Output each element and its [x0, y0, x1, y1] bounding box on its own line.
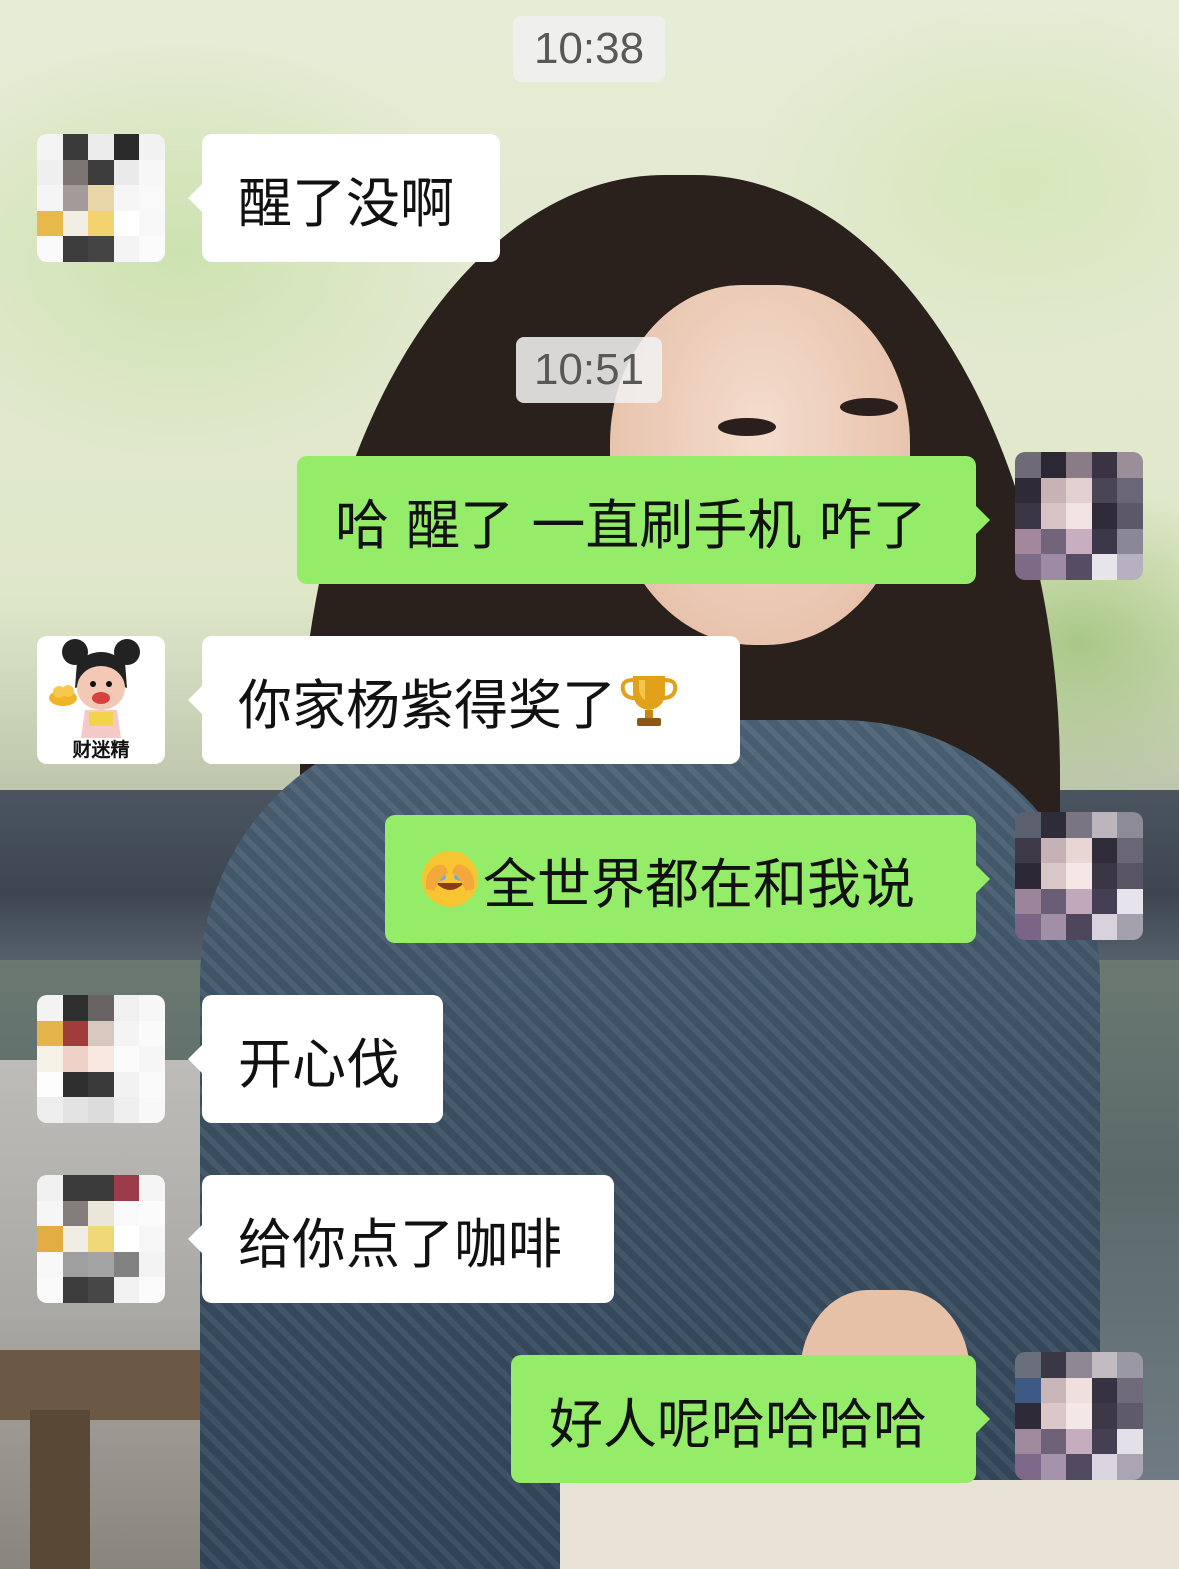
cartoon-girl-icon — [49, 639, 140, 738]
message-text: 哈 醒了 一直刷手机 咋了 — [335, 493, 927, 557]
contact-avatar[interactable] — [37, 995, 165, 1123]
message-text: 开心伐 — [238, 1032, 400, 1096]
my-avatar[interactable] — [1015, 812, 1143, 940]
message-text: 你家杨紫得奖了 — [238, 673, 616, 737]
message-bubble-incoming[interactable]: 开心伐 — [188, 995, 443, 1123]
message-bubble-outgoing[interactable]: 哈 醒了 一直刷手机 咋了 — [297, 456, 990, 584]
contact-avatar[interactable] — [37, 134, 165, 262]
face-palm-crying-icon — [417, 846, 483, 912]
contact-avatar[interactable]: 财迷精 — [37, 636, 165, 764]
message-bubble-outgoing[interactable]: 好人呢哈哈哈哈 — [511, 1355, 990, 1483]
contact-avatar[interactable] — [37, 1175, 165, 1303]
message-bubble-incoming[interactable]: 醒了没啊 — [188, 134, 500, 262]
trophy-icon — [616, 667, 682, 733]
chat-wallpaper-photo — [0, 0, 1179, 1569]
timestamp: 10:51 — [516, 337, 662, 403]
avatar-label: 财迷精 — [72, 739, 130, 761]
message-text: 全世界都在和我说 — [483, 852, 915, 916]
message-text: 醒了没啊 — [238, 171, 454, 235]
message-text: 给你点了咖啡 — [238, 1212, 562, 1276]
message-text: 好人呢哈哈哈哈 — [549, 1392, 927, 1456]
my-avatar[interactable] — [1015, 1352, 1143, 1480]
message-bubble-incoming[interactable]: 你家杨紫得奖了 — [188, 636, 740, 764]
message-bubble-outgoing[interactable]: 全世界都在和我说 — [385, 815, 990, 943]
my-avatar[interactable] — [1015, 452, 1143, 580]
message-bubble-incoming[interactable]: 给你点了咖啡 — [188, 1175, 614, 1303]
timestamp: 10:38 — [513, 16, 665, 82]
